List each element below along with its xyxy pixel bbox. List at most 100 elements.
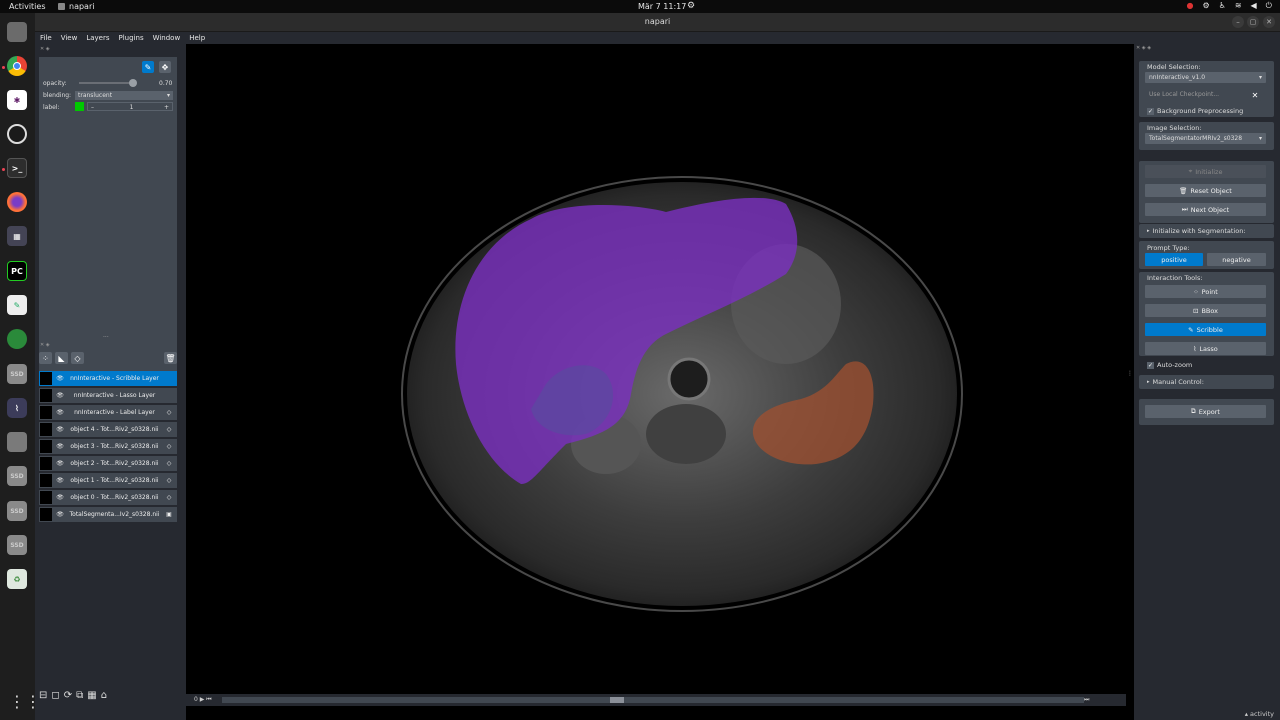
napari-icon[interactable]: ⌇ (7, 398, 27, 418)
menu-file[interactable]: File (40, 34, 52, 42)
blending-select[interactable]: translucent ▾ (75, 91, 173, 100)
menu-help[interactable]: Help (189, 34, 205, 42)
system-tray[interactable]: ● ⚙ ♿ ≋ ◀ ⏻ (1186, 1, 1272, 11)
network-icon[interactable]: ≋ (1235, 1, 1242, 11)
vscode-icon[interactable]: ▦ (7, 226, 27, 246)
visibility-eye-icon[interactable]: 👁 (55, 426, 65, 433)
new-shapes-layer-icon[interactable]: ◣ (55, 352, 68, 364)
negative-prompt-button[interactable]: negative (1207, 253, 1266, 266)
ssd-drive-icon-2[interactable]: SSD (7, 466, 27, 486)
drive-icon[interactable] (7, 432, 27, 452)
export-button[interactable]: ⧉ Export (1145, 405, 1266, 418)
spotify-icon[interactable] (7, 124, 27, 144)
app-menu[interactable]: napari (58, 2, 94, 11)
dock-close-icon[interactable]: ✕ ◈ (40, 46, 50, 52)
notification-icon[interactable]: ⚙ (687, 1, 695, 11)
layer-list-item[interactable]: 👁 object 1 - Tot...Riv2_s0328.nii ◇ (39, 473, 177, 488)
maximize-icon[interactable]: ▢ (1247, 16, 1259, 28)
mri-slice-view[interactable] (186, 44, 1126, 694)
pycharm-icon[interactable]: PC (7, 261, 27, 281)
bbox-tool-button[interactable]: ⊡ BBox (1145, 304, 1266, 317)
record-icon[interactable]: ● (1186, 1, 1193, 11)
scribble-tool-button[interactable]: ✎ Scribble (1145, 323, 1266, 336)
positive-prompt-button[interactable]: positive (1145, 253, 1203, 266)
manual-control-toggle[interactable]: ▸ Manual Control: (1147, 378, 1204, 386)
clock[interactable]: Mär 7 11:17 (638, 2, 686, 11)
initialize-button[interactable]: ⌖ Initialize (1145, 165, 1266, 178)
image-select[interactable]: TotalSegmentatorMRIv2_s0328 ▾ (1145, 133, 1266, 144)
background-preprocessing-checkbox[interactable]: ✓ Background Preprocessing (1147, 107, 1243, 115)
visibility-eye-icon[interactable]: 👁 (55, 460, 65, 467)
power-icon[interactable]: ⏻ (1266, 1, 1272, 11)
dims-slider[interactable] (222, 697, 1084, 703)
files-icon[interactable] (7, 22, 27, 42)
visibility-eye-icon[interactable]: 👁 (55, 443, 65, 450)
settings-icon[interactable]: ⚙ (1202, 1, 1209, 11)
layer-list-item[interactable]: 👁 nnInteractive - Lasso Layer (39, 388, 177, 403)
clear-checkpoint-button[interactable]: ✕ (1249, 89, 1261, 101)
volume-icon[interactable]: ◀ (1251, 1, 1257, 11)
ndisplay-icon[interactable]: ◻ (51, 690, 59, 701)
delete-layer-icon[interactable]: 🗑 (164, 352, 177, 364)
new-labels-layer-icon[interactable]: ◇ (71, 352, 84, 364)
init-with-seg-toggle[interactable]: ▸ Initialize with Segmentation: (1147, 227, 1246, 235)
checkpoint-input[interactable]: Use Local Checkpoint... (1145, 89, 1248, 100)
layer-list-item[interactable]: 👁 object 0 - Tot...Riv2_s0328.nii ◇ (39, 490, 177, 505)
terminal-icon[interactable]: >_ (7, 158, 27, 178)
new-points-layer-icon[interactable]: ⁘ (39, 352, 52, 364)
grid-view-icon[interactable]: ▦ (87, 690, 96, 701)
home-icon[interactable]: ⌂ (101, 690, 107, 701)
close-icon[interactable]: ✕ (1263, 16, 1275, 28)
visibility-eye-icon[interactable]: 👁 (55, 409, 65, 416)
visibility-eye-icon[interactable]: 👁 (55, 477, 65, 484)
plugin-close-icon[interactable]: ✕ ◈ ◈ (1136, 45, 1151, 51)
menu-layers[interactable]: Layers (86, 34, 109, 42)
activity-status[interactable]: ▴ activity (1245, 710, 1274, 718)
next-object-button[interactable]: ⏭ Next Object (1145, 203, 1266, 216)
minimize-icon[interactable]: – (1232, 16, 1244, 28)
visibility-eye-icon[interactable]: 👁 (55, 494, 65, 501)
play-back-icon[interactable]: 0 ▶ ⏮ (194, 696, 212, 704)
console-icon[interactable]: ⊟ (39, 690, 47, 701)
auto-zoom-checkbox[interactable]: ✓ Auto-zoom (1147, 361, 1192, 369)
opacity-slider[interactable] (79, 82, 135, 84)
panel-splitter[interactable]: ··· (103, 334, 109, 341)
ssd-drive-icon-3[interactable]: SSD (7, 501, 27, 521)
layer-list-close-icon[interactable]: ✕ ◈ (40, 342, 50, 348)
menu-plugins[interactable]: Plugins (119, 34, 144, 42)
dims-slider-handle[interactable] (610, 697, 624, 703)
ssd-drive-icon-4[interactable]: SSD (7, 535, 27, 555)
lasso-tool-button[interactable]: ⌇ Lasso (1145, 342, 1266, 355)
menu-window[interactable]: Window (153, 34, 181, 42)
model-select[interactable]: nnInteractive_v1.0 ▾ (1145, 72, 1266, 83)
layer-list-item[interactable]: 👁 nnInteractive - Scribble Layer (39, 371, 177, 386)
trash-icon[interactable]: ♻ (7, 569, 27, 589)
slack-icon[interactable]: ✱ (7, 90, 27, 110)
accessibility-icon[interactable]: ♿ (1219, 1, 1226, 11)
layer-list-item[interactable]: 👁 object 3 - Tot...Riv2_s0328.nii ◇ (39, 439, 177, 454)
chrome-icon[interactable] (7, 56, 27, 76)
paint-brush-icon[interactable]: ✎ (142, 61, 154, 73)
layer-list-item[interactable]: 👁 nnInteractive - Label Layer ◇ (39, 405, 177, 420)
opacity-slider-handle[interactable] (129, 79, 137, 87)
layer-list-item[interactable]: 👁 object 4 - Tot...Riv2_s0328.nii ◇ (39, 422, 177, 437)
text-editor-icon[interactable]: ✎ (7, 295, 27, 315)
transpose-icon[interactable]: ⧉ (76, 690, 83, 701)
visibility-eye-icon[interactable]: 👁 (55, 511, 65, 518)
roll-dims-icon[interactable]: ⟳ (64, 690, 72, 701)
activities-button[interactable]: Activities (9, 2, 46, 11)
image-canvas[interactable] (186, 44, 1126, 694)
visibility-eye-icon[interactable]: 👁 (55, 392, 65, 399)
menu-view[interactable]: View (61, 34, 78, 42)
browser-icon[interactable] (7, 329, 27, 349)
layer-list-item[interactable]: 👁 object 2 - Tot...Riv2_s0328.nii ◇ (39, 456, 177, 471)
visibility-eye-icon[interactable]: 👁 (55, 375, 65, 382)
ssd-drive-icon[interactable]: SSD (7, 364, 27, 384)
layer-list-item[interactable]: 👁 TotalSegmenta...Iv2_s0328.nii ▣ (39, 507, 177, 522)
label-spinbox[interactable]: –1 + (87, 102, 173, 111)
right-panel-splitter[interactable]: ⋮ (1127, 370, 1133, 377)
reset-object-button[interactable]: 🗑 Reset Object (1145, 184, 1266, 197)
slider-end-icon[interactable]: ⏭ (1084, 696, 1089, 704)
point-tool-button[interactable]: ⁘ Point (1145, 285, 1266, 298)
firefox-icon[interactable] (7, 192, 27, 212)
